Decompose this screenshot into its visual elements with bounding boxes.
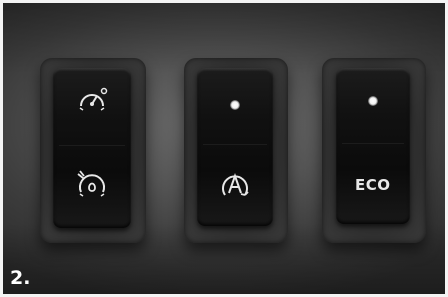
image-border bbox=[0, 0, 448, 297]
